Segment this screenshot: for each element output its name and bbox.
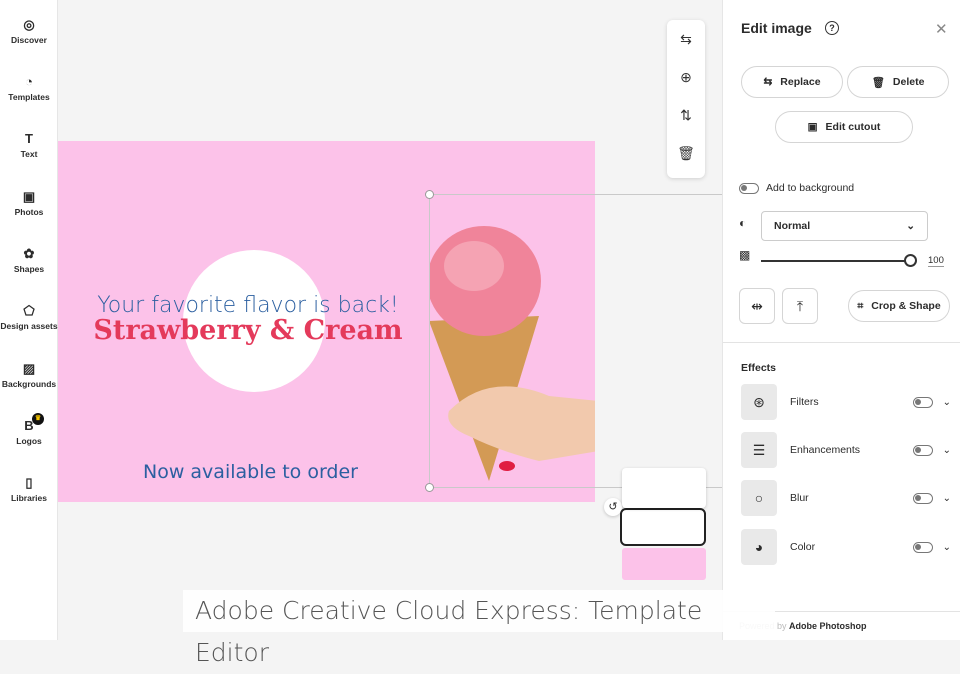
- opacity-slider[interactable]: [761, 254, 917, 267]
- replace-button[interactable]: ⇆ Replace: [741, 66, 843, 98]
- text-icon: T: [25, 131, 33, 146]
- drop-icon: ○: [741, 480, 777, 516]
- chevron-down-icon[interactable]: ⌄: [943, 397, 951, 408]
- image-icon: ▣: [807, 121, 818, 133]
- chevron-down-icon: ⌄: [906, 220, 915, 232]
- sliders-icon: ☰: [741, 432, 777, 468]
- sidebar-label: Photos: [14, 207, 44, 217]
- powered-by-brand: Adobe Photoshop: [789, 621, 867, 631]
- sidebar-item-design-assets[interactable]: ⬠ Design assets: [0, 303, 58, 332]
- backgrounds-icon: ▨: [22, 361, 36, 376]
- blur-toggle[interactable]: [912, 492, 933, 504]
- sidebar-item-photos[interactable]: ▣ Photos: [0, 189, 58, 218]
- enhancements-toggle[interactable]: [912, 444, 933, 456]
- sidebar-label: Logos: [16, 436, 42, 446]
- crop-shape-label: Crop & Shape: [871, 300, 941, 312]
- sidebar-label: Shapes: [13, 264, 45, 274]
- effect-label: Color: [790, 541, 816, 553]
- thumbnail-page-3[interactable]: [622, 548, 706, 580]
- libraries-icon: ▯: [25, 475, 33, 490]
- thumbnail-page-1[interactable]: [622, 468, 706, 508]
- blend-mode-select[interactable]: Normal ⌄: [761, 211, 928, 241]
- flip-vertical-button[interactable]: ⤒: [782, 288, 818, 324]
- panel-title: Edit image: [741, 20, 812, 36]
- sidebar-item-templates[interactable]: ◔ Templates: [0, 74, 58, 103]
- arrange-icon[interactable]: ⇅: [667, 96, 705, 134]
- color-toggle[interactable]: [912, 541, 933, 553]
- divider: [723, 342, 960, 343]
- shapes-icon: ✿: [23, 246, 35, 261]
- selection-box[interactable]: [425, 190, 729, 492]
- edit-cutout-button[interactable]: ▣ Edit cutout: [775, 111, 913, 143]
- add-to-background-label: Add to background: [766, 182, 855, 194]
- effect-blur[interactable]: ○ Blur ⌄: [741, 480, 951, 516]
- help-icon[interactable]: ?: [825, 21, 839, 35]
- photo-icon: ▣: [22, 189, 36, 204]
- add-to-background-row: Add to background: [739, 182, 854, 194]
- opacity-icon: ▩: [739, 248, 751, 262]
- sidebar-label: Templates: [8, 92, 50, 102]
- page-thumbnails[interactable]: ↺: [604, 468, 710, 580]
- flip-horizontal-button[interactable]: ⇹: [739, 288, 775, 324]
- duplicate-icon[interactable]: ⊕: [667, 58, 705, 96]
- sidebar-item-discover[interactable]: ◎ Discover: [0, 17, 58, 46]
- effects-heading: Effects: [741, 362, 777, 374]
- effect-label: Filters: [790, 396, 819, 408]
- delete-button[interactable]: 🗑 Delete: [847, 66, 949, 98]
- sidebar-item-logos[interactable]: B Logos ♛: [0, 413, 58, 446]
- sidebar-item-libraries[interactable]: ▯ Libraries: [0, 475, 58, 504]
- compass-icon: ◎: [23, 17, 35, 32]
- effect-label: Blur: [790, 492, 809, 504]
- sidebar-label: Backgrounds: [1, 379, 57, 389]
- replace-label: Replace: [780, 76, 821, 88]
- swap-icon[interactable]: ⇆: [667, 20, 705, 58]
- effect-color[interactable]: ◕ Color ⌄: [741, 529, 951, 565]
- sidebar-item-backgrounds[interactable]: ▨ Backgrounds: [0, 361, 58, 390]
- swap-icon: ⇆: [763, 76, 773, 88]
- trash-icon: 🗑: [871, 76, 885, 89]
- title-text[interactable]: Strawberry & Cream: [58, 315, 438, 346]
- thumbnail-page-2[interactable]: [620, 508, 706, 546]
- blend-mode-value: Normal: [774, 220, 811, 232]
- add-to-background-toggle[interactable]: [739, 182, 759, 194]
- premium-crown-icon: ♛: [32, 413, 44, 425]
- edit-cutout-label: Edit cutout: [825, 121, 881, 133]
- effect-filters[interactable]: ⊛ Filters ⌄: [741, 384, 951, 420]
- palette-icon: ◕: [741, 529, 777, 565]
- crop-icon: ⌗: [857, 299, 864, 312]
- floating-toolbar: ⇆ ⊕ ⇅ 🗑: [667, 20, 705, 178]
- design-assets-icon: ⬠: [23, 303, 35, 318]
- delete-label: Delete: [892, 76, 925, 88]
- effect-enhancements[interactable]: ☰ Enhancements ⌄: [741, 432, 951, 468]
- blend-mode-icon: ◐: [739, 216, 747, 230]
- edit-image-panel: Edit image ? ✕ ⇆ Replace 🗑 Delete ▣ Edit cu…: [722, 0, 960, 640]
- sidebar-label: Discover: [11, 35, 47, 45]
- resize-handle[interactable]: [425, 483, 434, 492]
- close-icon[interactable]: ✕: [935, 20, 948, 38]
- filters-toggle[interactable]: [912, 396, 933, 408]
- opacity-value[interactable]: 100: [928, 255, 944, 267]
- subtitle-text[interactable]: Now available to order: [58, 461, 443, 483]
- sidebar-label: Design assets: [0, 321, 58, 331]
- chevron-down-icon[interactable]: ⌄: [943, 542, 951, 553]
- caption-banner: Adobe Creative Cloud Express: Template E…: [183, 590, 775, 667]
- slider-thumb[interactable]: [904, 254, 917, 267]
- chevron-down-icon[interactable]: ⌄: [943, 445, 951, 456]
- sidebar-label: Libraries: [11, 493, 47, 503]
- templates-icon: ◔: [25, 74, 33, 89]
- resize-handle[interactable]: [425, 190, 434, 199]
- effect-label: Enhancements: [790, 444, 861, 456]
- editor-canvas: Your favorite flavor is back! Strawberry…: [58, 0, 729, 640]
- sidebar-label: Text: [20, 149, 38, 159]
- trash-icon[interactable]: 🗑: [667, 134, 705, 172]
- sidebar-item-shapes[interactable]: ✿ Shapes: [0, 246, 58, 275]
- crop-shape-button[interactable]: ⌗ Crop & Shape: [848, 290, 950, 322]
- sidebar-item-text[interactable]: T Text: [0, 131, 58, 160]
- left-sidebar: ◎ Discover ◔ Templates T Text ▣ Photos ✿ Shap…: [0, 0, 58, 640]
- chevron-down-icon[interactable]: ⌄: [943, 493, 951, 504]
- filters-icon: ⊛: [741, 384, 777, 420]
